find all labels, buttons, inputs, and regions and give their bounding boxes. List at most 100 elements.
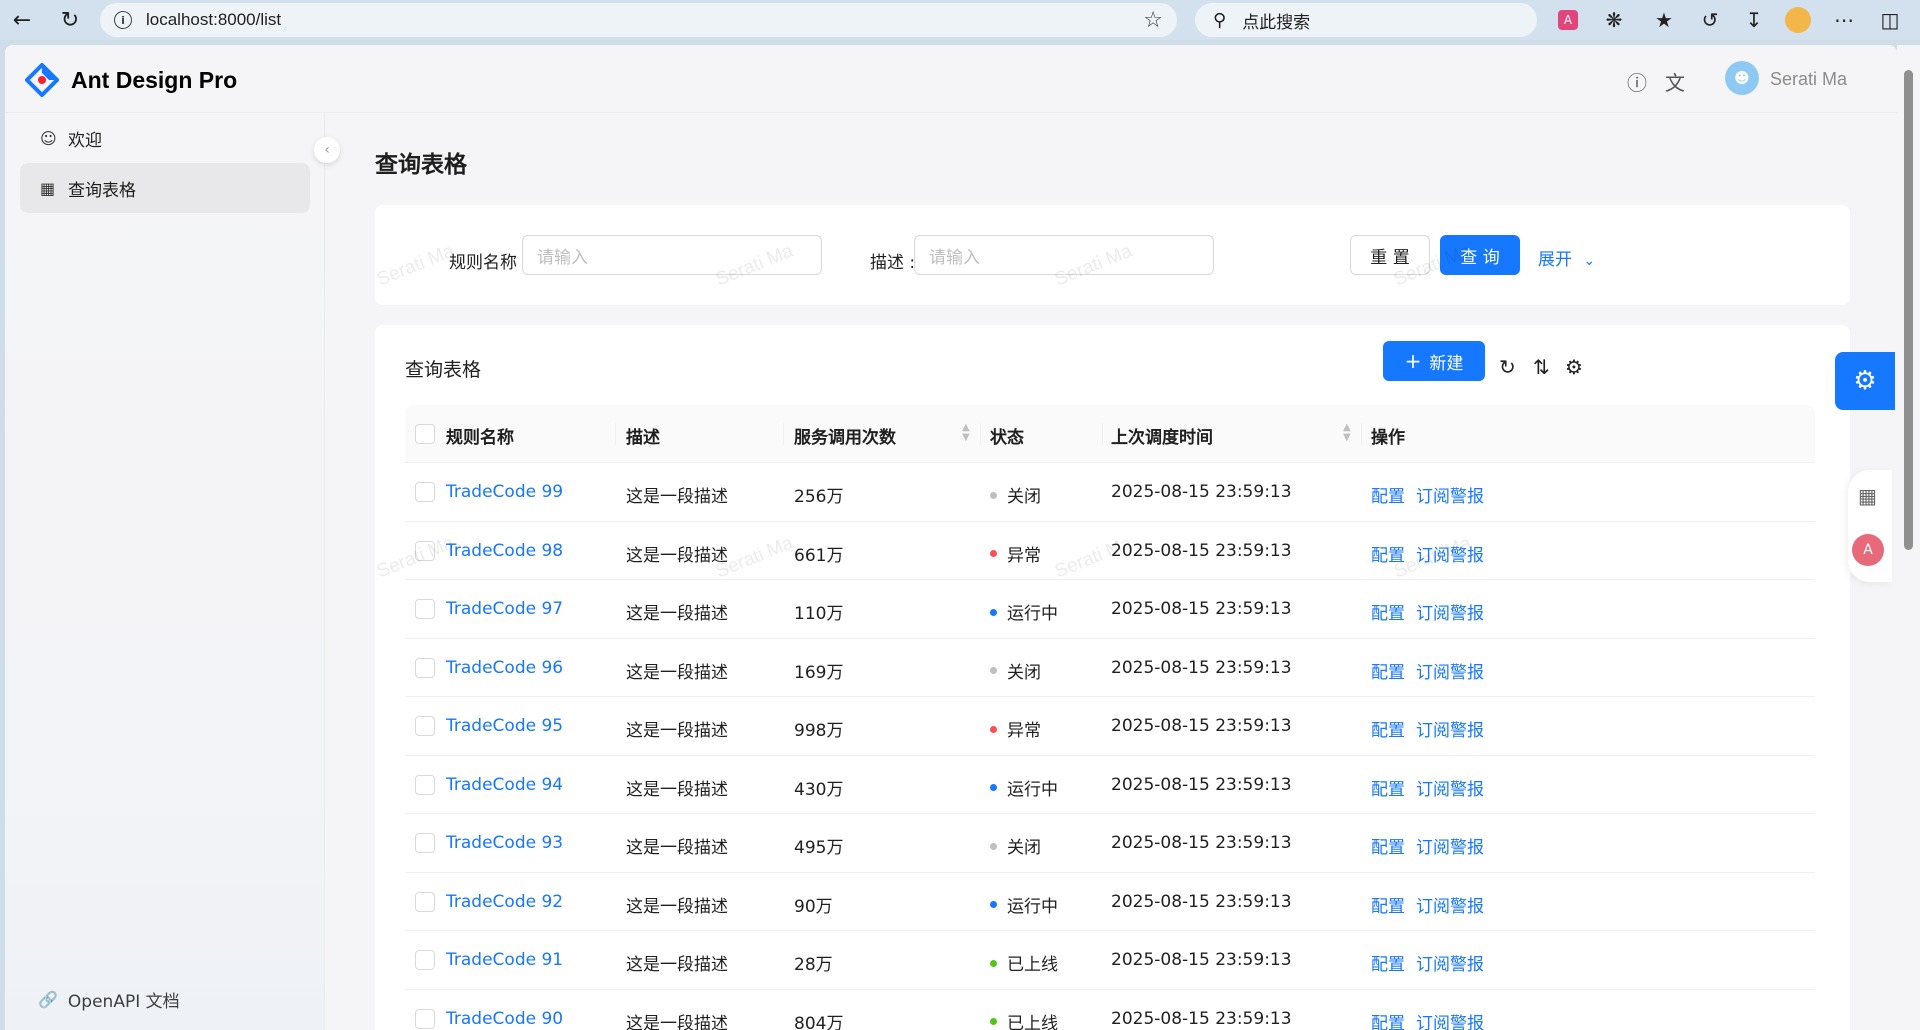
row-checkbox[interactable] (415, 833, 435, 853)
sidebar-item-table-list[interactable]: ▦ 查询表格 (20, 163, 310, 213)
rule-name-link[interactable]: TradeCode 95 (446, 716, 563, 736)
column-header-calls[interactable]: 服务调用次数 (794, 423, 896, 448)
configure-link[interactable]: 配置 (1371, 541, 1405, 566)
extensions-icon[interactable]: ❋ (1600, 6, 1628, 34)
row-checkbox[interactable] (415, 950, 435, 970)
reload-table-icon[interactable]: ↻ (1499, 355, 1516, 379)
question-icon[interactable]: ⓘ (1627, 67, 1647, 96)
configure-link[interactable]: 配置 (1371, 1009, 1405, 1030)
configure-link[interactable]: 配置 (1371, 892, 1405, 917)
logo[interactable]: Ant Design Pro (25, 63, 237, 97)
subscribe-alert-link[interactable]: 订阅警报 (1416, 833, 1484, 858)
subscribe-alert-link[interactable]: 订阅警报 (1416, 892, 1484, 917)
configure-link[interactable]: 配置 (1371, 658, 1405, 683)
configure-link[interactable]: 配置 (1371, 482, 1405, 507)
column-header-actions: 操作 (1371, 428, 1405, 448)
collapse-sidebar-button[interactable]: ‹ (314, 137, 340, 163)
address-bar[interactable]: i localhost:8000/list ☆ (100, 3, 1177, 37)
row-checkbox[interactable] (415, 482, 435, 502)
rule-name-link[interactable]: TradeCode 92 (446, 892, 563, 912)
sort-icon[interactable]: ▲ ▼ (962, 423, 970, 443)
browser-search-bar[interactable]: ⚲ 点此搜索 (1195, 3, 1537, 37)
download-icon[interactable]: ↧ (1740, 6, 1768, 34)
favorites-icon[interactable]: ★ (1650, 6, 1678, 34)
subscribe-alert-link[interactable]: 订阅警报 (1416, 716, 1484, 741)
table-row: TradeCode 96 这是一段描述 169万 关闭 2025-08-15 23:59… (405, 639, 1815, 697)
back-icon[interactable]: ← (4, 2, 40, 38)
avatar[interactable]: ☻ (1725, 61, 1759, 95)
desc-cell: 这是一段描述 (626, 955, 728, 975)
app-header: Ant Design Pro ⓘ 文 ☻ Serati Ma (5, 45, 1897, 113)
row-checkbox[interactable] (415, 716, 435, 736)
configure-link[interactable]: 配置 (1371, 599, 1405, 624)
subscribe-alert-link[interactable]: 订阅警报 (1416, 541, 1484, 566)
subscribe-alert-link[interactable]: 订阅警报 (1416, 599, 1484, 624)
rule-name-input[interactable]: 请输入 (522, 235, 822, 275)
more-icon[interactable]: ⋯ (1830, 6, 1858, 34)
time-cell: 2025-08-15 23:59:13 (1111, 482, 1292, 502)
rule-name-link[interactable]: TradeCode 97 (446, 599, 563, 619)
username[interactable]: Serati Ma (1770, 69, 1847, 90)
translate-float-icon[interactable]: A (1852, 534, 1884, 566)
subscribe-alert-link[interactable]: 订阅警报 (1416, 482, 1484, 507)
star-icon[interactable]: ☆ (1143, 8, 1163, 33)
desc-cell: 这是一段描述 (626, 1013, 728, 1030)
reload-icon[interactable]: ↻ (52, 2, 88, 38)
apps-icon[interactable]: ▦ (1858, 484, 1877, 508)
rule-name-link[interactable]: TradeCode 96 (446, 658, 563, 678)
desc-cell: 这是一段描述 (626, 604, 728, 624)
table-row: TradeCode 97 这是一段描述 110万 运行中 2025-08-15 23:5… (405, 580, 1815, 639)
density-icon[interactable]: ⇅ (1533, 355, 1550, 379)
scrollbar-thumb[interactable] (1904, 70, 1913, 550)
row-checkbox[interactable] (415, 599, 435, 619)
status-label: 已上线 (1007, 955, 1058, 975)
configure-link[interactable]: 配置 (1371, 833, 1405, 858)
row-checkbox[interactable] (415, 540, 435, 561)
smile-icon: ☺ (40, 128, 57, 148)
desc-input[interactable]: 请输入 (914, 235, 1214, 275)
configure-link[interactable]: 配置 (1371, 716, 1405, 741)
rule-name-link[interactable]: TradeCode 90 (446, 1009, 563, 1029)
column-divider (615, 423, 616, 445)
reset-button[interactable]: 重 置 (1350, 235, 1430, 275)
history-icon[interactable]: ↺ (1696, 6, 1724, 34)
translate-extension-icon[interactable]: A (1554, 6, 1582, 34)
row-checkbox[interactable] (415, 657, 435, 678)
sort-icon[interactable]: ▲ ▼ (1343, 423, 1351, 443)
desc-cell: 这是一段描述 (626, 896, 728, 917)
calls-cell: 169万 (794, 662, 844, 683)
table-row: TradeCode 92 这是一段描述 90万 运行中 2025-08-15 23:59… (405, 873, 1815, 931)
settings-drawer-button[interactable]: ⚙ (1835, 352, 1895, 410)
rule-name-link[interactable]: TradeCode 91 (446, 950, 563, 970)
profile-icon[interactable] (1784, 6, 1812, 34)
expand-link[interactable]: 展开 ⌄ (1538, 245, 1595, 270)
subscribe-alert-link[interactable]: 订阅警报 (1416, 775, 1484, 800)
rule-name-link[interactable]: TradeCode 99 (446, 482, 563, 502)
row-checkbox[interactable] (415, 774, 435, 795)
sidebar-item-welcome[interactable]: ☺ 欢迎 (20, 113, 310, 163)
column-header-time[interactable]: 上次调度时间 (1111, 423, 1213, 448)
sidebar-toggle-icon[interactable]: ◫ (1876, 6, 1904, 34)
new-button[interactable]: + 新建 (1383, 341, 1485, 381)
column-settings-icon[interactable]: ⚙ (1565, 355, 1583, 379)
row-checkbox[interactable] (415, 1008, 435, 1029)
row-checkbox[interactable] (415, 891, 435, 912)
sidebar-item-label: 欢迎 (68, 130, 102, 151)
select-all-checkbox[interactable] (415, 424, 435, 444)
subscribe-alert-link[interactable]: 订阅警报 (1416, 1009, 1484, 1030)
info-icon[interactable]: i (114, 11, 132, 29)
openapi-link[interactable]: 🔗 OpenAPI 文档 (38, 987, 180, 1012)
subscribe-alert-link[interactable]: 订阅警报 (1416, 950, 1484, 975)
rule-name-link[interactable]: TradeCode 98 (446, 541, 563, 561)
rule-name-link[interactable]: TradeCode 94 (446, 775, 563, 795)
configure-link[interactable]: 配置 (1371, 950, 1405, 975)
rule-name-link[interactable]: TradeCode 93 (446, 833, 563, 853)
page-scrollbar[interactable] (1897, 45, 1920, 1030)
calls-cell: 110万 (794, 604, 844, 624)
column-divider (1361, 423, 1362, 445)
configure-link[interactable]: 配置 (1371, 775, 1405, 800)
query-button[interactable]: 查 询 (1440, 235, 1520, 275)
subscribe-alert-link[interactable]: 订阅警报 (1416, 658, 1484, 683)
language-icon[interactable]: 文 (1665, 67, 1685, 96)
time-cell: 2025-08-15 23:59:13 (1111, 599, 1292, 619)
